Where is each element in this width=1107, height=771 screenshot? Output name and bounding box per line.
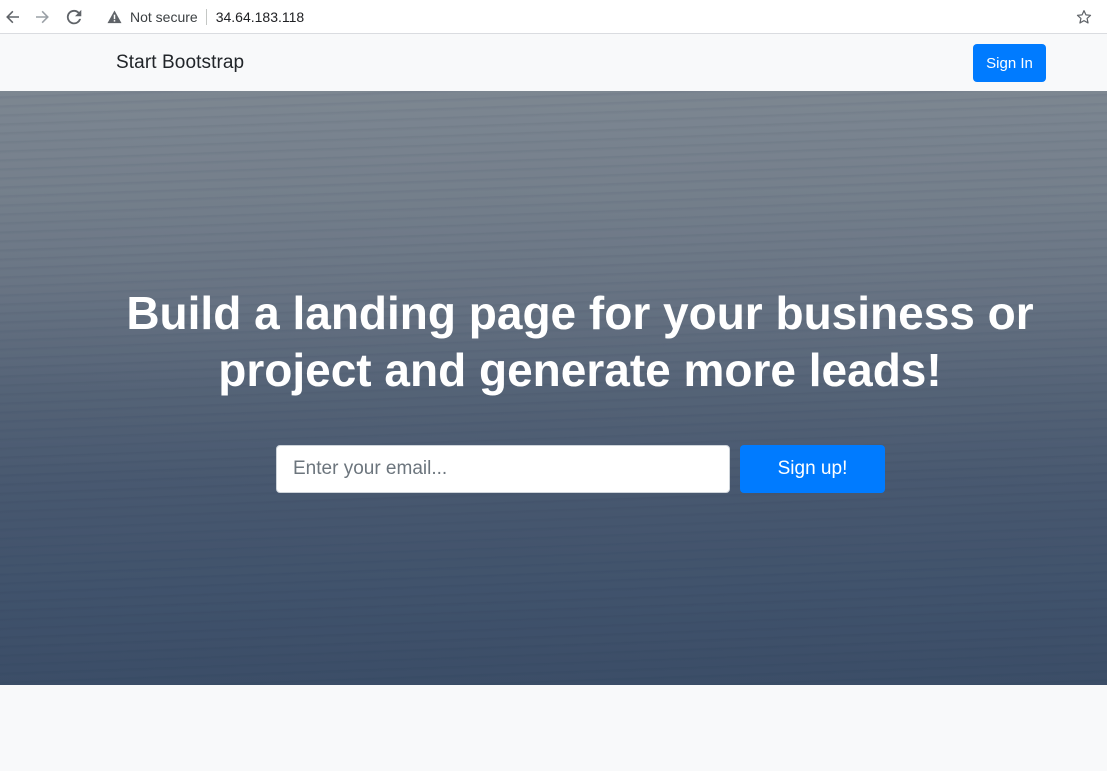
url-text[interactable]: 34.64.183.118 bbox=[216, 9, 305, 25]
brand-link[interactable]: Start Bootstrap bbox=[116, 52, 244, 74]
forward-button[interactable] bbox=[26, 2, 58, 32]
sign-up-button[interactable]: Sign up! bbox=[740, 445, 885, 493]
page-content-area bbox=[0, 685, 1107, 771]
sign-in-button[interactable]: Sign In bbox=[973, 44, 1046, 82]
masthead: Build a landing page for your business o… bbox=[0, 91, 1107, 685]
browser-toolbar: Not secure 34.64.183.118 bbox=[0, 0, 1107, 34]
omnibox-divider bbox=[205, 8, 207, 25]
address-bar[interactable]: Not secure 34.64.183.118 bbox=[96, 2, 1101, 31]
star-icon[interactable] bbox=[1075, 8, 1093, 26]
signup-form: Sign up! bbox=[276, 445, 885, 493]
site-navbar: Start Bootstrap Sign In bbox=[0, 35, 1107, 91]
forward-arrow-icon bbox=[36, 10, 49, 23]
back-button[interactable] bbox=[0, 2, 26, 32]
security-label[interactable]: Not secure bbox=[130, 9, 198, 25]
reload-button[interactable] bbox=[58, 2, 90, 32]
back-arrow-icon bbox=[6, 10, 19, 23]
email-input[interactable] bbox=[276, 445, 730, 493]
warning-icon[interactable] bbox=[106, 9, 122, 25]
reload-icon bbox=[66, 9, 82, 24]
masthead-headline: Build a landing page for your business o… bbox=[126, 287, 1034, 396]
